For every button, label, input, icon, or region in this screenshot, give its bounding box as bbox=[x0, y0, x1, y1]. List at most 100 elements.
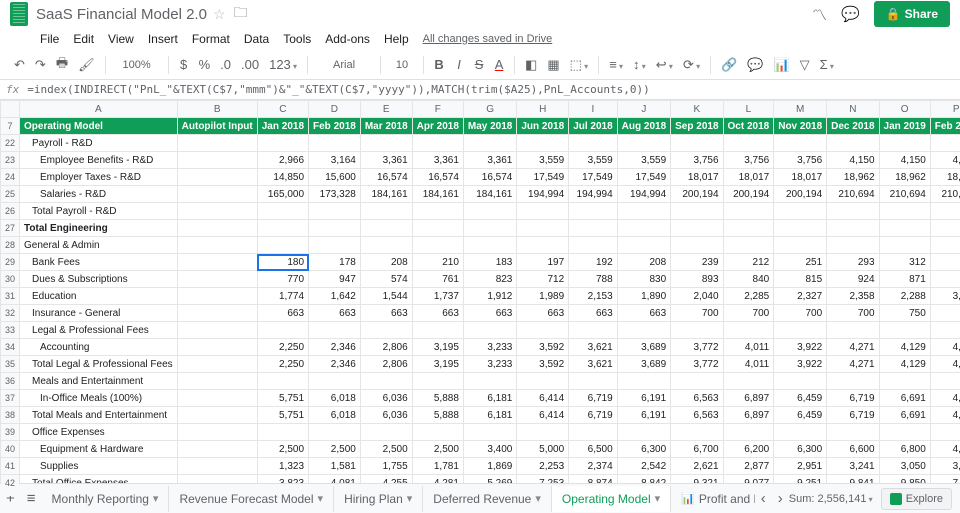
col-header-A[interactable]: A bbox=[20, 101, 178, 118]
cell[interactable]: 6,300 bbox=[617, 441, 670, 458]
row-label[interactable]: Employer Taxes - R&D bbox=[20, 169, 178, 186]
row-header-23[interactable]: 23 bbox=[1, 152, 20, 169]
cell[interactable]: 1,323 bbox=[257, 458, 308, 475]
print-button[interactable]: 🖶 bbox=[52, 52, 72, 78]
cell[interactable]: 3,164 bbox=[309, 152, 361, 169]
cell[interactable]: 3,621 bbox=[569, 356, 617, 373]
col-header-C[interactable]: C bbox=[257, 101, 308, 118]
row-label[interactable]: Meals and Entertainment bbox=[20, 373, 178, 390]
filter-button[interactable]: ▽ bbox=[796, 55, 814, 75]
zoom-select[interactable] bbox=[112, 59, 162, 71]
cell[interactable]: 208 bbox=[360, 254, 412, 271]
cell[interactable]: 6,563 bbox=[671, 407, 723, 424]
cell[interactable]: 210,694 bbox=[827, 186, 879, 203]
cell[interactable] bbox=[463, 135, 516, 152]
cell[interactable]: 6,459 bbox=[774, 390, 827, 407]
fill-color-button[interactable]: ◧ bbox=[521, 55, 541, 75]
menu-data[interactable]: Data bbox=[244, 32, 269, 46]
tab-dropdown-icon[interactable]: ▾ bbox=[535, 492, 541, 505]
row-header-22[interactable]: 22 bbox=[1, 135, 20, 152]
cell[interactable] bbox=[309, 373, 361, 390]
cell[interactable] bbox=[517, 424, 569, 441]
comment-button[interactable]: 💬 bbox=[743, 55, 767, 75]
month-header-7[interactable]: Aug 2018 bbox=[617, 118, 670, 135]
cell[interactable] bbox=[617, 135, 670, 152]
cell[interactable] bbox=[177, 441, 257, 458]
cell[interactable] bbox=[879, 220, 930, 237]
sheet-tab-revenue-forecast-model[interactable]: Revenue Forecast Model▾ bbox=[169, 486, 334, 512]
sheet-tab-profit-and-loss-export[interactable]: 📊Profit and Loss Export▾ bbox=[671, 486, 755, 512]
valign-button[interactable]: ↕ bbox=[629, 55, 650, 74]
cell[interactable]: 194,994 bbox=[569, 186, 617, 203]
row-header-34[interactable]: 34 bbox=[1, 339, 20, 356]
month-header-6[interactable]: Jul 2018 bbox=[569, 118, 617, 135]
cell[interactable]: 4,150 bbox=[930, 152, 960, 169]
cell[interactable]: 1,737 bbox=[412, 288, 463, 305]
cell[interactable]: 3,233 bbox=[463, 356, 516, 373]
font-select[interactable] bbox=[314, 59, 374, 71]
cell[interactable] bbox=[463, 373, 516, 390]
select-all-corner[interactable] bbox=[1, 101, 20, 118]
share-button[interactable]: 🔒 Share bbox=[874, 1, 950, 27]
cell[interactable]: 770 bbox=[257, 271, 308, 288]
row-header-29[interactable]: 29 bbox=[1, 254, 20, 271]
month-header-10[interactable]: Nov 2018 bbox=[774, 118, 827, 135]
tab-dropdown-icon[interactable]: ▾ bbox=[153, 492, 159, 505]
menu-tools[interactable]: Tools bbox=[283, 32, 311, 46]
row-header-41[interactable]: 41 bbox=[1, 458, 20, 475]
cell[interactable] bbox=[177, 220, 257, 237]
cell[interactable] bbox=[569, 424, 617, 441]
row-header-25[interactable]: 25 bbox=[1, 186, 20, 203]
cell[interactable]: 4,150 bbox=[879, 152, 930, 169]
col-header-I[interactable]: I bbox=[569, 101, 617, 118]
formula-bar[interactable]: fx =index(INDIRECT("PnL_"&TEXT(C$7,"mmm"… bbox=[0, 80, 960, 100]
cell[interactable]: 3,361 bbox=[360, 152, 412, 169]
cell[interactable]: 194,994 bbox=[517, 186, 569, 203]
cell[interactable]: 183 bbox=[463, 254, 516, 271]
row-label[interactable]: Supplies bbox=[20, 458, 178, 475]
cell[interactable] bbox=[177, 254, 257, 271]
cell[interactable] bbox=[257, 135, 308, 152]
cell[interactable]: 3,559 bbox=[517, 152, 569, 169]
cell[interactable]: 2,806 bbox=[360, 339, 412, 356]
cell[interactable]: 6,719 bbox=[827, 390, 879, 407]
cell[interactable]: 1,774 bbox=[257, 288, 308, 305]
cell[interactable]: 5,888 bbox=[412, 390, 463, 407]
cell[interactable]: 4,129 bbox=[879, 339, 930, 356]
cell[interactable]: 6,719 bbox=[827, 407, 879, 424]
cell[interactable]: 293 bbox=[827, 254, 879, 271]
cell[interactable]: 6,563 bbox=[671, 390, 723, 407]
cell[interactable]: 6,500 bbox=[569, 441, 617, 458]
status-sum[interactable]: Sum: 2,556,141 bbox=[789, 493, 873, 505]
cell[interactable]: 2,500 bbox=[360, 441, 412, 458]
cell[interactable]: 1,544 bbox=[360, 288, 412, 305]
comments-icon[interactable]: 💬 bbox=[841, 5, 860, 23]
cell[interactable]: 197 bbox=[517, 254, 569, 271]
col-header-B[interactable]: B bbox=[177, 101, 257, 118]
cell[interactable] bbox=[930, 203, 960, 220]
cell[interactable] bbox=[177, 203, 257, 220]
cell[interactable]: 3,559 bbox=[617, 152, 670, 169]
currency-button[interactable]: $ bbox=[175, 55, 193, 74]
cell[interactable]: 342 bbox=[930, 254, 960, 271]
cell[interactable]: 1,755 bbox=[360, 458, 412, 475]
cell[interactable]: 700 bbox=[774, 305, 827, 322]
cell[interactable]: 3,922 bbox=[774, 339, 827, 356]
row-label[interactable]: Employee Benefits - R&D bbox=[20, 152, 178, 169]
activity-icon[interactable]: 〽 bbox=[812, 4, 827, 25]
cell[interactable] bbox=[723, 203, 774, 220]
col-header-O[interactable]: O bbox=[879, 101, 930, 118]
cell[interactable]: 6,200 bbox=[723, 441, 774, 458]
row-header-32[interactable]: 32 bbox=[1, 305, 20, 322]
menu-help[interactable]: Help bbox=[384, 32, 409, 46]
cell[interactable]: 17,549 bbox=[569, 169, 617, 186]
col-header-K[interactable]: K bbox=[671, 101, 723, 118]
cell[interactable]: 6,414 bbox=[517, 390, 569, 407]
row-header-42[interactable]: 42 bbox=[1, 475, 20, 492]
cell[interactable]: 3,756 bbox=[723, 152, 774, 169]
cell[interactable] bbox=[412, 322, 463, 339]
row-header-31[interactable]: 31 bbox=[1, 288, 20, 305]
cell[interactable]: 1,912 bbox=[463, 288, 516, 305]
cell[interactable]: 2,327 bbox=[774, 288, 827, 305]
cell[interactable]: 815 bbox=[774, 271, 827, 288]
